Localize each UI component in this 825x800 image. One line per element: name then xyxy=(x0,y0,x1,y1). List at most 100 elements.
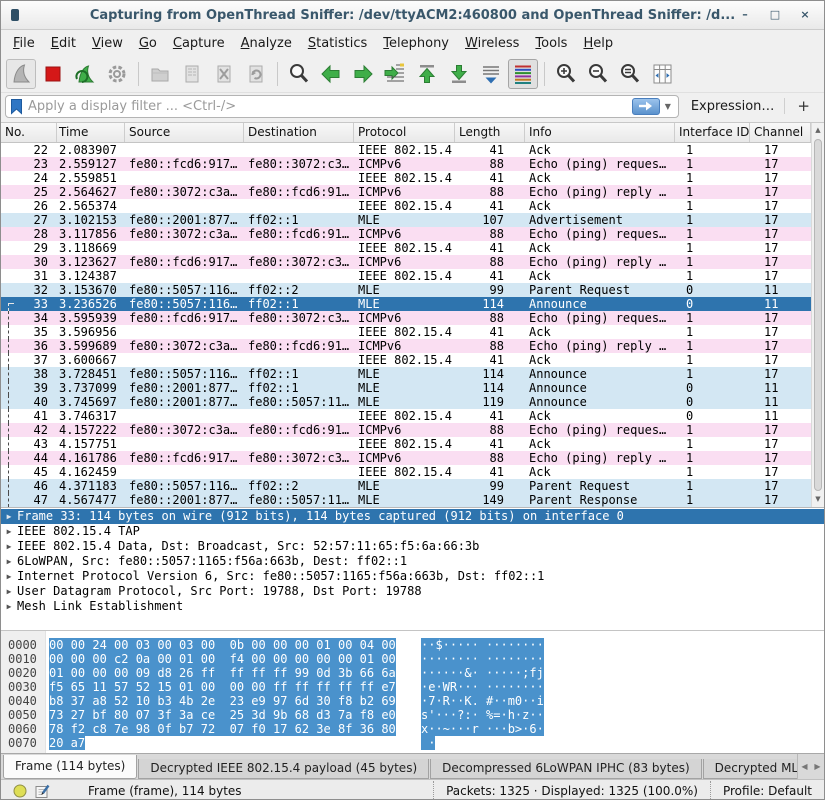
hex-bytes[interactable]: f5 65 11 57 52 15 01 00 00 00 ff ff ff f… xyxy=(49,680,396,694)
menu-file[interactable]: File xyxy=(5,33,43,54)
packet-row[interactable]: 464.371183fe80::5057:116…ff02::2MLE99Par… xyxy=(1,479,811,493)
packet-row[interactable]: 283.117856fe80::3072:c3a…fe80::fcd6:91…I… xyxy=(1,227,811,241)
start-capture-icon[interactable] xyxy=(6,59,36,89)
menu-help[interactable]: Help xyxy=(575,33,621,54)
menu-view[interactable]: View xyxy=(84,33,131,54)
add-filter-button[interactable]: + xyxy=(785,97,818,115)
tab-decompressed-6lowpan-iphc-83-bytes-[interactable]: Decompressed 6LoWPAN IPHC (83 bytes) xyxy=(430,759,702,779)
column-header-time[interactable]: Time xyxy=(57,123,125,142)
tab-scroll-right-icon[interactable]: ▶ xyxy=(811,762,824,771)
hex-ascii[interactable]: ··$····· ········ xyxy=(421,638,544,652)
expand-arrow-icon[interactable]: ▶ xyxy=(1,569,17,584)
hex-row[interactable]: 006078 f2 c8 7e 98 0f b7 72 07 f0 17 62 … xyxy=(1,722,824,736)
packet-row[interactable]: 242.559851IEEE 802.15.441Ack117 xyxy=(1,171,811,185)
expression-button[interactable]: Expression… xyxy=(679,99,785,114)
expand-arrow-icon[interactable]: ▶ xyxy=(1,509,17,524)
detail-line[interactable]: ▶Mesh Link Establishment xyxy=(1,599,824,614)
hex-ascii[interactable]: ······&· ·····;fj xyxy=(421,666,544,680)
scroll-up-icon[interactable]: ▲ xyxy=(812,123,824,138)
hex-ascii[interactable]: ·7·R··K. #··m0··i xyxy=(421,694,544,708)
menu-go[interactable]: Go xyxy=(131,33,165,54)
packet-row[interactable]: 434.157751IEEE 802.15.441Ack117 xyxy=(1,437,811,451)
hex-row[interactable]: 002001 00 00 00 09 d8 26 ff ff ff ff 99 … xyxy=(1,666,824,680)
packet-row[interactable]: 363.599689fe80::3072:c3a…fe80::fcd6:91…I… xyxy=(1,339,811,353)
expand-arrow-icon[interactable]: ▶ xyxy=(1,554,17,569)
close-button[interactable]: × xyxy=(798,8,812,22)
menu-capture[interactable]: Capture xyxy=(165,33,233,54)
detail-line[interactable]: ▶Frame 33: 114 bytes on wire (912 bits),… xyxy=(1,509,824,524)
packet-row[interactable]: 232.559127fe80::fcd6:917…fe80::3072:c3…I… xyxy=(1,157,811,171)
packet-row[interactable]: 293.118669IEEE 802.15.441Ack117 xyxy=(1,241,811,255)
scrollbar-thumb[interactable] xyxy=(814,139,822,491)
packet-row[interactable]: 424.157222fe80::3072:c3a…fe80::fcd6:91…I… xyxy=(1,423,811,437)
column-header-channel[interactable]: Channel xyxy=(750,123,811,142)
maximize-button[interactable]: □ xyxy=(768,8,782,22)
column-header-protocol[interactable]: Protocol xyxy=(354,123,455,142)
packet-list-scrollbar[interactable]: ▲ ▼ xyxy=(811,123,824,507)
resize-columns-icon[interactable] xyxy=(647,59,677,89)
next-packet-icon[interactable] xyxy=(348,59,378,89)
hex-bytes[interactable]: 00 00 00 c2 0a 00 01 00 f4 00 00 00 00 0… xyxy=(49,652,396,666)
column-header-source[interactable]: Source xyxy=(125,123,244,142)
packet-row[interactable]: 273.102153fe80::2001:877…ff02::1MLE107Ad… xyxy=(1,213,811,227)
packet-row[interactable]: 454.162459IEEE 802.15.441Ack117 xyxy=(1,465,811,479)
packet-row[interactable]: 303.123627fe80::fcd6:917…fe80::3072:c3…I… xyxy=(1,255,811,269)
detail-line[interactable]: ▶User Datagram Protocol, Src Port: 19788… xyxy=(1,584,824,599)
zoom-in-icon[interactable] xyxy=(551,59,581,89)
apply-filter-button[interactable] xyxy=(632,98,660,115)
column-header-interface-id[interactable]: Interface ID xyxy=(675,123,750,142)
hex-bytes[interactable]: 73 27 bf 80 07 3f 3a ce 25 3d 9b 68 d3 7… xyxy=(49,708,396,722)
expand-arrow-icon[interactable]: ▶ xyxy=(1,584,17,599)
close-file-icon[interactable] xyxy=(209,59,239,89)
column-header-length[interactable]: Length xyxy=(455,123,525,142)
hex-ascii[interactable]: ········ ········ xyxy=(421,652,544,666)
find-packet-icon[interactable] xyxy=(284,59,314,89)
zoom-original-icon[interactable] xyxy=(615,59,645,89)
reload-file-icon[interactable] xyxy=(241,59,271,89)
tab-frame-114-bytes-[interactable]: Frame (114 bytes) xyxy=(3,755,137,779)
hex-row[interactable]: 0030f5 65 11 57 52 15 01 00 00 00 ff ff … xyxy=(1,680,824,694)
packet-row[interactable]: 403.745697fe80::2001:877…fe80::5057:11…M… xyxy=(1,395,811,409)
minimize-button[interactable]: – xyxy=(738,8,752,22)
zoom-out-icon[interactable] xyxy=(583,59,613,89)
packet-row[interactable]: 383.728451fe80::5057:116…ff02::1MLE114An… xyxy=(1,367,811,381)
expand-arrow-icon[interactable]: ▶ xyxy=(1,599,17,614)
tab-decrypted-ml[interactable]: Decrypted ML xyxy=(703,759,810,779)
tab-scroll-left-icon[interactable]: ◀ xyxy=(798,762,811,771)
packet-row[interactable]: 474.567477fe80::2001:877…fe80::5057:11…M… xyxy=(1,493,811,507)
packet-row[interactable]: 262.565374IEEE 802.15.441Ack117 xyxy=(1,199,811,213)
hex-row[interactable]: 001000 00 00 c2 0a 00 01 00 f4 00 00 00 … xyxy=(1,652,824,666)
packet-row[interactable]: 252.564627fe80::3072:c3a…fe80::fcd6:91…I… xyxy=(1,185,811,199)
splitter-grip[interactable] xyxy=(396,507,430,509)
expand-arrow-icon[interactable]: ▶ xyxy=(1,524,17,539)
detail-line[interactable]: ▶IEEE 802.15.4 TAP xyxy=(1,524,824,539)
restart-capture-icon[interactable] xyxy=(70,59,100,89)
filter-history-dropdown-icon[interactable]: ▼ xyxy=(660,102,676,111)
hex-bytes[interactable]: 01 00 00 00 09 d8 26 ff ff ff ff 99 0d 3… xyxy=(49,666,396,680)
hex-row[interactable]: 005073 27 bf 80 07 3f 3a ce 25 3d 9b 68 … xyxy=(1,708,824,722)
column-header-destination[interactable]: Destination xyxy=(244,123,354,142)
filter-bookmark-icon[interactable] xyxy=(10,98,23,115)
hex-row[interactable]: 0040b8 37 a8 52 10 b3 4b 2e 23 e9 97 6d … xyxy=(1,694,824,708)
open-file-icon[interactable] xyxy=(145,59,175,89)
last-packet-icon[interactable] xyxy=(444,59,474,89)
packet-row[interactable]: 393.737099fe80::2001:877…ff02::1MLE114An… xyxy=(1,381,811,395)
menu-statistics[interactable]: Statistics xyxy=(300,33,375,54)
detail-line[interactable]: ▶6LoWPAN, Src: fe80::5057:1165:f56a:663b… xyxy=(1,554,824,569)
packet-row[interactable]: 373.600667IEEE 802.15.441Ack117 xyxy=(1,353,811,367)
previous-packet-icon[interactable] xyxy=(316,59,346,89)
column-header-info[interactable]: Info xyxy=(525,123,675,142)
hex-bytes[interactable]: b8 37 a8 52 10 b3 4b 2e 23 e9 97 6d 30 f… xyxy=(49,694,396,708)
auto-scroll-icon[interactable] xyxy=(476,59,506,89)
packet-row[interactable]: 413.746317IEEE 802.15.441Ack011 xyxy=(1,409,811,423)
packet-row[interactable]: 333.236526fe80::5057:116…ff02::1MLE114An… xyxy=(1,297,811,311)
scroll-down-icon[interactable]: ▼ xyxy=(812,492,824,507)
capture-comment-icon[interactable] xyxy=(35,784,50,799)
hex-ascii[interactable]: ·e·WR··· ········ xyxy=(421,680,544,694)
status-profile[interactable]: Profile: Default xyxy=(710,781,824,800)
stop-capture-icon[interactable] xyxy=(38,59,68,89)
detail-line[interactable]: ▶IEEE 802.15.4 Data, Dst: Broadcast, Src… xyxy=(1,539,824,554)
menu-tools[interactable]: Tools xyxy=(527,33,575,54)
packet-row[interactable]: 323.153670fe80::5057:116…ff02::2MLE99Par… xyxy=(1,283,811,297)
packet-row[interactable]: 343.595939fe80::fcd6:917…fe80::3072:c3…I… xyxy=(1,311,811,325)
